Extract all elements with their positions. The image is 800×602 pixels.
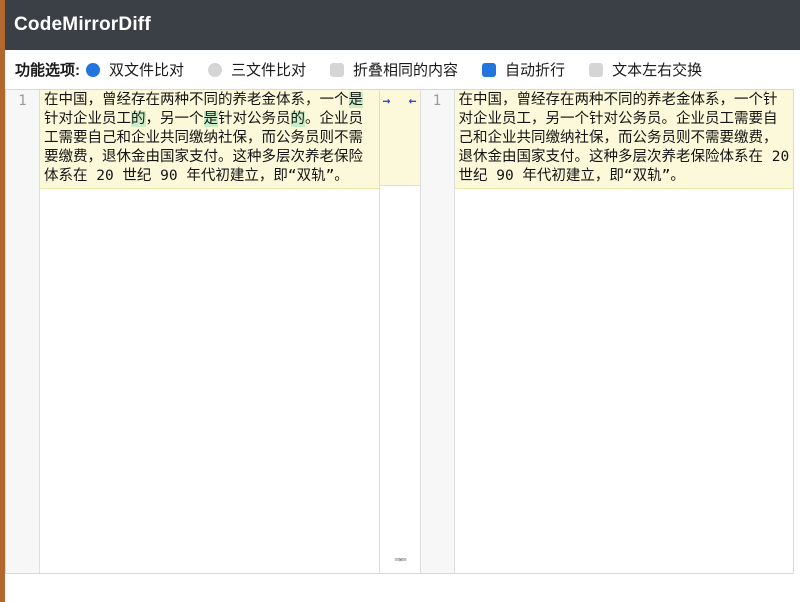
copy-left-arrow-icon[interactable]: ←	[409, 95, 417, 108]
right-line-number-gutter: 1	[421, 90, 455, 573]
option-auto-wrap[interactable]: 自动折行	[482, 59, 565, 80]
inserted-text-segment: 的	[131, 111, 146, 127]
option-label: 三文件比对	[231, 59, 306, 80]
app-header: CodeMirrorDiff	[5, 0, 800, 50]
line-number: 1	[6, 92, 39, 111]
right-diff-chunk[interactable]: 在中国，曾经存在两种不同的养老金体系，一个针对企业员工，另一个针对公务员。企业员…	[455, 90, 794, 189]
left-editor-pane[interactable]: 在中国，曾经存在两种不同的养老金体系，一个是针对企业员工的，另一个是针对公务员的…	[40, 90, 379, 573]
copy-right-arrow-icon[interactable]: →	[383, 95, 391, 108]
left-line-number-gutter: 1	[6, 90, 40, 573]
page-title: CodeMirrorDiff	[14, 14, 151, 36]
app-window: CodeMirrorDiff 功能选项: 双文件比对 三文件比对 折叠相同的内容…	[5, 0, 800, 574]
text-segment: 针对公务员	[218, 111, 291, 127]
option-swap-sides[interactable]: 文本左右交换	[589, 59, 702, 80]
option-three-file-diff[interactable]: 三文件比对	[208, 59, 306, 80]
window-edge-strip	[0, 0, 5, 602]
line-number: 1	[421, 92, 454, 111]
scroll-lock-icon[interactable]: ⇛⇚	[394, 553, 404, 565]
right-editor-pane[interactable]: 在中国，曾经存在两种不同的养老金体系，一个针对企业员工，另一个针对公务员。企业员…	[455, 90, 794, 573]
options-label: 功能选项:	[15, 59, 80, 80]
radio-checked-icon[interactable]	[86, 63, 100, 77]
text-segment: 在中国，曾经存在两种不同的养老金体系，一个	[44, 92, 349, 108]
options-toolbar: 功能选项: 双文件比对 三文件比对 折叠相同的内容 自动折行 文本左右交换	[5, 50, 800, 89]
left-diff-chunk[interactable]: 在中国，曾经存在两种不同的养老金体系，一个是针对企业员工的，另一个是针对公务员的…	[40, 90, 379, 189]
text-segment: ，另一个	[146, 111, 204, 127]
text-segment: 在中国，曾经存在两种不同的养老金体系，一个针对企业员工，另一个针对公务员。企业员…	[459, 92, 790, 184]
checkbox-unchecked-icon[interactable]	[330, 63, 344, 77]
option-label: 文本左右交换	[612, 59, 702, 80]
checkbox-checked-icon[interactable]	[482, 63, 496, 77]
inserted-text-segment: 的	[291, 111, 306, 127]
radio-unchecked-icon[interactable]	[208, 63, 222, 77]
inserted-text-segment: 是	[204, 111, 219, 127]
inserted-text-segment: 是	[349, 92, 364, 108]
merge-gutter: → ← ⇛⇚	[379, 90, 421, 573]
checkbox-unchecked-icon[interactable]	[589, 63, 603, 77]
option-label: 折叠相同的内容	[353, 59, 458, 80]
text-segment: 针对企业员工	[44, 111, 131, 127]
option-collapse-identical[interactable]: 折叠相同的内容	[330, 59, 458, 80]
option-label: 自动折行	[505, 59, 565, 80]
option-label: 双文件比对	[109, 59, 184, 80]
option-two-file-diff[interactable]: 双文件比对	[86, 59, 184, 80]
diff-editor: 1 在中国，曾经存在两种不同的养老金体系，一个是针对企业员工的，另一个是针对公务…	[5, 89, 794, 574]
